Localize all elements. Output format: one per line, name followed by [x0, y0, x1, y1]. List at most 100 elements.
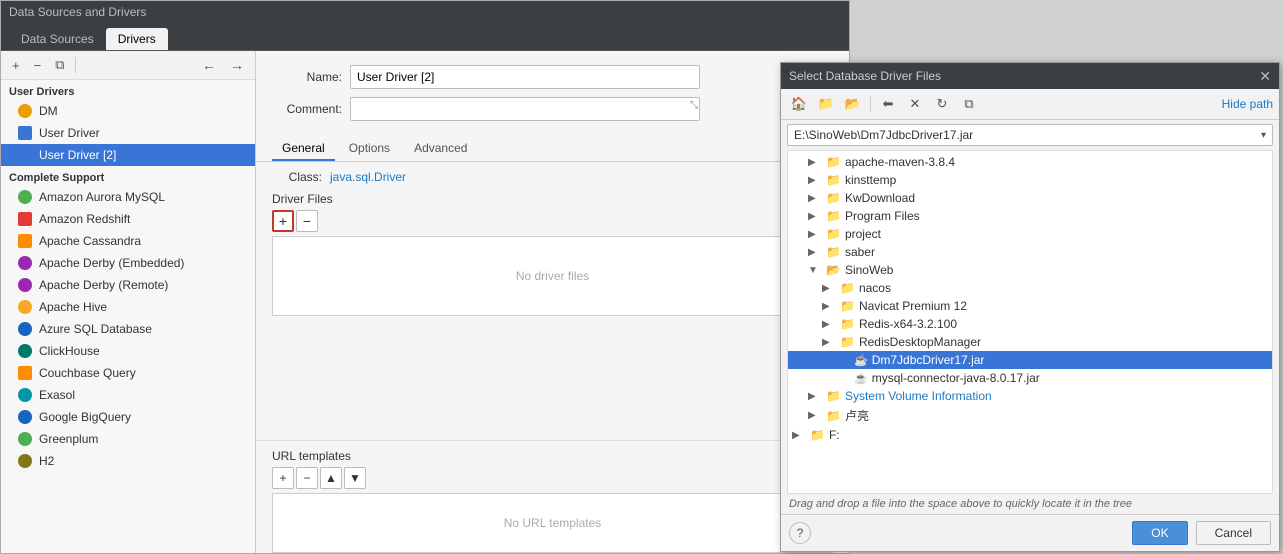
tree-item-f-drive[interactable]: ▶ 📁 F:	[788, 426, 1272, 444]
azure-icon	[17, 321, 33, 337]
tree-item-redis-desktop[interactable]: ▶ 📁 RedisDesktopManager	[788, 333, 1272, 351]
tree-label: mysql-connector-java-8.0.17.jar	[872, 371, 1040, 385]
move-url-down-button[interactable]: ▼	[344, 467, 366, 489]
url-templates-area: No URL templates	[272, 493, 833, 553]
add-driver-file-button[interactable]: +	[272, 210, 294, 232]
forward-button[interactable]: →	[225, 55, 249, 75]
sidebar-item-derby-embedded[interactable]: Apache Derby (Embedded)	[1, 252, 255, 274]
folder-icon: 📁	[840, 281, 855, 295]
path-input[interactable]	[794, 128, 1257, 142]
folder-icon: 📁	[810, 428, 825, 442]
expand-icon: ▶	[808, 211, 822, 222]
sidebar-item-couchbase[interactable]: Couchbase Query	[1, 362, 255, 384]
path-dropdown-icon[interactable]: ▾	[1261, 130, 1266, 141]
redshift-label: Amazon Redshift	[39, 212, 130, 226]
comment-expand-icon[interactable]: ⤡	[690, 100, 698, 111]
sub-tab-options[interactable]: Options	[339, 137, 400, 161]
cassandra-icon	[17, 233, 33, 249]
expand-icon: ▶	[822, 337, 836, 348]
folder-icon: 📁	[826, 245, 841, 259]
tree-item-luliang[interactable]: ▶ 📁 卢亮	[788, 405, 1272, 426]
sidebar-item-exasol[interactable]: Exasol	[1, 384, 255, 406]
clickhouse-icon	[17, 343, 33, 359]
tree-item-dm7jdbc[interactable]: ☕ Dm7JdbcDriver17.jar	[788, 351, 1272, 369]
remove-url-button[interactable]: −	[296, 467, 318, 489]
jar-file-icon: ☕	[854, 372, 868, 385]
toolbar-refresh-button[interactable]: ↻	[930, 93, 954, 115]
expand-icon	[836, 355, 850, 366]
sidebar-item-derby-remote[interactable]: Apache Derby (Remote)	[1, 274, 255, 296]
toolbar-home-button[interactable]: 🏠	[787, 93, 811, 115]
expand-icon: ▶	[822, 301, 836, 312]
user-driver-2-icon	[17, 147, 33, 163]
tree-item-redis[interactable]: ▶ 📁 Redis-x64-3.2.100	[788, 315, 1272, 333]
remove-driver-button[interactable]: −	[29, 56, 47, 75]
tree-item-apache-maven[interactable]: ▶ 📁 apache-maven-3.8.4	[788, 153, 1272, 171]
toolbar-new-folder-button[interactable]: 📂	[841, 93, 865, 115]
folder-icon: 📁	[826, 155, 841, 169]
sidebar-item-aurora[interactable]: Amazon Aurora MySQL	[1, 186, 255, 208]
toolbar-folder-button[interactable]: 📁	[814, 93, 838, 115]
toolbar-copy-button[interactable]: ⧉	[957, 93, 981, 115]
tree-item-kinsttemp[interactable]: ▶ 📁 kinsttemp	[788, 171, 1272, 189]
cancel-button[interactable]: Cancel	[1196, 521, 1271, 545]
dialog-close-button[interactable]: ✕	[1259, 68, 1271, 85]
tree-item-navicat[interactable]: ▶ 📁 Navicat Premium 12	[788, 297, 1272, 315]
title-bar: Data Sources and Drivers	[1, 1, 849, 23]
remove-driver-file-button[interactable]: −	[296, 210, 318, 232]
folder-icon: 📁	[826, 191, 841, 205]
tree-label: Dm7JdbcDriver17.jar	[872, 353, 985, 367]
tab-data-sources[interactable]: Data Sources	[9, 28, 106, 50]
bigquery-icon	[17, 409, 33, 425]
add-driver-button[interactable]: +	[7, 56, 25, 75]
toolbar-delete-button[interactable]: ✕	[903, 93, 927, 115]
url-templates-toolbar: + − ▲ ▼	[272, 467, 833, 489]
comment-input[interactable]	[350, 97, 700, 121]
folder-open-icon: 📂	[826, 263, 841, 277]
tree-item-project[interactable]: ▶ 📁 project	[788, 225, 1272, 243]
tree-item-system-volume[interactable]: ▶ 📁 System Volume Information	[788, 387, 1272, 405]
tree-item-mysql-connector[interactable]: ☕ mysql-connector-java-8.0.17.jar	[788, 369, 1272, 387]
ok-button[interactable]: OK	[1132, 521, 1187, 545]
sub-tab-advanced[interactable]: Advanced	[404, 137, 477, 161]
sidebar-item-cassandra[interactable]: Apache Cassandra	[1, 230, 255, 252]
driver-files-area: No driver files	[272, 236, 833, 316]
sidebar-item-user-driver-2[interactable]: User Driver [2]	[1, 144, 255, 166]
back-button[interactable]: ←	[197, 55, 221, 75]
hive-icon	[17, 299, 33, 315]
tree-item-saber[interactable]: ▶ 📁 saber	[788, 243, 1272, 261]
add-url-button[interactable]: +	[272, 467, 294, 489]
move-url-up-button[interactable]: ▲	[320, 467, 342, 489]
tree-item-sinoweb[interactable]: ▼ 📂 SinoWeb	[788, 261, 1272, 279]
name-label: Name:	[272, 70, 342, 84]
sidebar-item-h2[interactable]: H2	[1, 450, 255, 472]
tree-item-nacos[interactable]: ▶ 📁 nacos	[788, 279, 1272, 297]
toolbar-back-button[interactable]: ⬅	[876, 93, 900, 115]
folder-icon: 📁	[840, 335, 855, 349]
name-input[interactable]	[350, 65, 700, 89]
tree-item-program-files[interactable]: ▶ 📁 Program Files	[788, 207, 1272, 225]
expand-icon: ▶	[808, 193, 822, 204]
sidebar-item-dm[interactable]: DM	[1, 100, 255, 122]
expand-icon: ▶	[822, 283, 836, 294]
dialog-toolbar: 🏠 📁 📂 ⬅ ✕ ↻ ⧉ Hide path	[781, 89, 1279, 120]
h2-label: H2	[39, 454, 54, 468]
sidebar-item-greenplum[interactable]: Greenplum	[1, 428, 255, 450]
class-row: Class: java.sql.Driver	[256, 162, 849, 192]
file-tree: ▶ 📁 apache-maven-3.8.4 ▶ 📁 kinsttemp ▶ 📁…	[787, 150, 1273, 494]
folder-icon: 📁	[840, 299, 855, 313]
sidebar-item-user-driver[interactable]: User Driver	[1, 122, 255, 144]
sidebar-item-hive[interactable]: Apache Hive	[1, 296, 255, 318]
sidebar-item-redshift[interactable]: Amazon Redshift	[1, 208, 255, 230]
jar-file-icon: ☕	[854, 354, 868, 367]
sidebar-item-azure[interactable]: Azure SQL Database	[1, 318, 255, 340]
sub-tab-general[interactable]: General	[272, 137, 335, 161]
sidebar-item-clickhouse[interactable]: ClickHouse	[1, 340, 255, 362]
help-button[interactable]: ?	[789, 522, 811, 544]
main-window: Data Sources and Drivers Data Sources Dr…	[0, 0, 850, 554]
sidebar-item-bigquery[interactable]: Google BigQuery	[1, 406, 255, 428]
copy-driver-button[interactable]: ⧉	[50, 55, 69, 75]
tree-item-kwdownload[interactable]: ▶ 📁 KwDownload	[788, 189, 1272, 207]
tab-drivers[interactable]: Drivers	[106, 28, 168, 50]
hide-path-button[interactable]: Hide path	[1222, 97, 1273, 111]
